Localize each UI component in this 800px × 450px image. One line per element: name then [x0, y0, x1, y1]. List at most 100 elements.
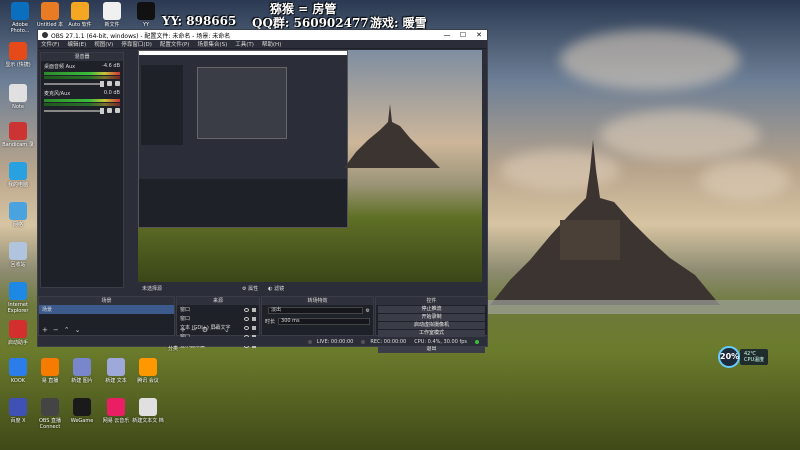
lock-icon[interactable]	[252, 316, 256, 321]
live-time: LIVE: 00:00:00	[316, 338, 354, 345]
control-button[interactable]: 停止推流	[378, 306, 485, 313]
cpu-status: CPU: 0.4%, 30.00 fps	[414, 338, 467, 345]
desktop-icon[interactable]: 新建 图片	[64, 358, 100, 384]
speaker-icon[interactable]	[107, 108, 112, 113]
desktop-icon[interactable]: 新建 文本	[98, 358, 134, 384]
properties-button[interactable]: ⚙ 属性	[242, 285, 258, 292]
control-button[interactable]: 工作室模式	[378, 330, 485, 337]
menu-item[interactable]: 停靠窗口(D)	[121, 40, 152, 48]
volume-slider[interactable]	[44, 107, 104, 114]
lock-icon[interactable]	[252, 307, 256, 312]
overlay-yy: YY: 898665	[162, 14, 237, 28]
gear-icon[interactable]: ⚙	[366, 308, 370, 314]
desktop-icon[interactable]: Note	[0, 84, 36, 110]
desktop-icon[interactable]: Bandicam 录	[0, 122, 36, 148]
filters-button[interactable]: ◐ 滤镜	[268, 285, 284, 292]
castle-silhouette	[490, 140, 720, 305]
desktop-icon[interactable]: 新文件	[94, 2, 130, 28]
desktop-icon[interactable]: 新建文本文 档	[130, 398, 166, 424]
desktop-icon-label: 易 直播	[41, 378, 59, 384]
add-icon[interactable]: +	[42, 326, 48, 334]
duration-input[interactable]: 300 ms	[278, 318, 370, 325]
move-down-icon[interactable]: ⌄	[75, 326, 81, 334]
close-icon[interactable]: ✕	[471, 31, 487, 39]
menu-item[interactable]: 工具(T)	[235, 40, 254, 48]
move-up-icon[interactable]: ⌃	[64, 326, 70, 334]
desktop-icon[interactable]: YY	[128, 2, 164, 28]
scene-item[interactable]: 场景	[39, 305, 174, 314]
track-db: -4.6 dB	[102, 63, 120, 69]
desktop-icon[interactable]: 百度 X	[0, 398, 36, 424]
desktop-icon[interactable]: 回收站	[0, 242, 36, 268]
desktop-icon-label: WeGame	[70, 418, 94, 424]
menu-item[interactable]: 配置文件(P)	[160, 40, 190, 48]
lock-icon[interactable]	[252, 325, 256, 330]
window-titlebar[interactable]: OBS 27.1.1 (64-bit, windows) - 配置文件: 未命名…	[38, 30, 487, 40]
app-icon	[137, 2, 155, 20]
obs-window[interactable]: OBS 27.1.1 (64-bit, windows) - 配置文件: 未命名…	[37, 29, 488, 353]
eye-icon[interactable]	[244, 316, 249, 321]
move-up-icon[interactable]: ⌃	[213, 326, 219, 334]
menu-item[interactable]: 帮助(H)	[262, 40, 281, 48]
transition-type-select[interactable]: 淡出	[268, 307, 363, 314]
app-icon	[9, 242, 27, 260]
preview-canvas[interactable]	[138, 50, 482, 282]
cpu-temperature-widget[interactable]: 20% 42℃ CPU温度	[718, 346, 769, 368]
volume-meter	[44, 103, 120, 106]
desktop-icon[interactable]: 网易 云音乐	[98, 398, 134, 424]
control-button[interactable]: 开始录制	[378, 314, 485, 321]
eye-icon[interactable]	[244, 307, 249, 312]
desktop-icon[interactable]: KOOK	[0, 358, 36, 384]
volume-slider[interactable]	[44, 80, 104, 87]
mixer-track: 麦克风/Aux 0.0 dB	[41, 88, 123, 115]
desktop-icon-label: 百度 X	[10, 418, 26, 424]
app-icon	[9, 398, 27, 416]
nested-obs-preview-inner	[197, 67, 287, 139]
desktop-icon[interactable]: Internet Explorer	[0, 282, 36, 314]
minimize-icon[interactable]: —	[439, 31, 455, 39]
desktop-icon[interactable]: 网络	[0, 202, 36, 228]
desktop-icon-label: Note	[12, 104, 24, 110]
control-button[interactable]: 启动虚拟摄像机	[378, 322, 485, 329]
source-label: 窗口	[180, 307, 191, 313]
app-icon	[9, 320, 27, 338]
rec-indicator-icon	[361, 339, 366, 344]
menu-bar: 文件(F) 编辑(E) 视图(V) 停靠窗口(D) 配置文件(P) 场景集合(S) 工具(T…	[38, 40, 487, 49]
app-icon	[9, 84, 27, 102]
gear-icon[interactable]	[115, 81, 120, 86]
menu-item[interactable]: 文件(F)	[41, 40, 59, 48]
menu-item[interactable]: 编辑(E)	[67, 40, 86, 48]
move-down-icon[interactable]: ⌄	[224, 326, 230, 334]
desktop-icon[interactable]: OBS 直播 Connect	[32, 398, 68, 430]
gear-icon[interactable]: ⚙	[202, 326, 208, 334]
desktop-icon[interactable]: 启动助手	[0, 320, 36, 346]
cpu-percent: 20%	[718, 346, 740, 368]
remove-icon[interactable]: −	[53, 326, 59, 334]
desktop-icon[interactable]: 显示 (快捷)	[0, 42, 36, 68]
desktop-icon[interactable]: Auto 软件	[62, 2, 98, 28]
control-button[interactable]: 退出	[378, 346, 485, 353]
source-item[interactable]: 窗口	[177, 305, 259, 314]
cpu-label: CPU温度	[744, 357, 765, 363]
eye-icon[interactable]	[244, 325, 249, 330]
menu-item[interactable]: 场景集合(S)	[197, 40, 227, 48]
source-item[interactable]: 窗口	[177, 314, 259, 323]
add-icon[interactable]: +	[180, 326, 186, 334]
controls-title: 控件	[376, 297, 487, 305]
app-icon	[41, 358, 59, 376]
app-icon	[73, 358, 91, 376]
remove-icon[interactable]: −	[191, 326, 197, 334]
obs-app-icon	[42, 32, 48, 38]
desktop-icon[interactable]: 易 直播	[32, 358, 68, 384]
desktop-icon[interactable]: 我的电脑	[0, 162, 36, 188]
window-title: OBS 27.1.1 (64-bit, windows) - 配置文件: 未命名…	[51, 32, 231, 40]
maximize-icon[interactable]: ☐	[455, 31, 471, 39]
menu-item[interactable]: 视图(V)	[94, 40, 113, 48]
gear-icon[interactable]	[115, 108, 120, 113]
status-bar: LIVE: 00:00:00 REC: 00:00:00 CPU: 0.4%, …	[38, 337, 487, 346]
speaker-icon[interactable]	[107, 81, 112, 86]
desktop-icon-label: 新建 文本	[105, 378, 127, 384]
app-icon	[41, 2, 59, 20]
desktop-icon[interactable]: 腾讯 会议	[130, 358, 166, 384]
desktop-icon[interactable]: WeGame	[64, 398, 100, 424]
